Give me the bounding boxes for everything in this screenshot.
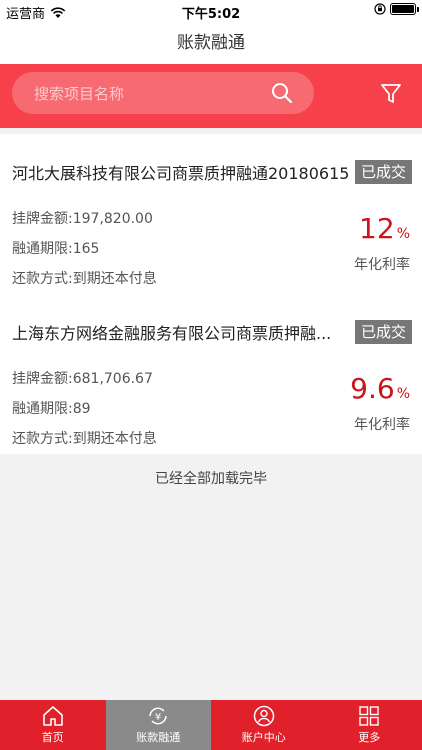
- load-complete-text: 已经全部加载完毕: [155, 471, 267, 487]
- tab-label: 首页: [41, 731, 64, 744]
- item-title: 上海东方网络金融服务有限公司商票质押融...: [12, 324, 332, 343]
- item-rate: 12%: [359, 212, 410, 245]
- tab-label: 账款融通: [136, 731, 181, 744]
- project-list: 河北大展科技有限公司商票质押融通20180615 已成交 挂牌金额:197,82…: [0, 134, 422, 454]
- tab-financing[interactable]: ¥ 账款融通: [105, 700, 211, 750]
- user-icon: [253, 705, 274, 727]
- search-icon[interactable]: [262, 72, 302, 114]
- home-icon: [42, 706, 63, 726]
- page-title: 账款融通: [0, 22, 422, 64]
- tab-bar: 首页 ¥ 账款融通 账户中心 更多: [0, 700, 422, 750]
- battery-icon: [390, 3, 419, 15]
- orientation-lock-icon: [374, 3, 386, 15]
- item-period: 融通期限:89: [12, 401, 91, 417]
- tab-label: 账户中心: [241, 731, 286, 744]
- status-badge: 已成交: [354, 320, 412, 344]
- status-time: 下午5:02: [181, 7, 241, 22]
- item-amount: 挂牌金额:681,706.67: [12, 371, 153, 387]
- grid-icon: [359, 706, 379, 726]
- item-amount: 挂牌金额:197,820.00: [12, 211, 153, 227]
- item-rate-label: 年化利率: [354, 417, 410, 433]
- tab-more[interactable]: 更多: [317, 700, 422, 750]
- item-rate: 9.6%: [350, 372, 410, 405]
- yuan-cycle-icon: ¥: [149, 707, 167, 725]
- search-bar: 搜索项目名称: [0, 64, 422, 128]
- list-item[interactable]: 上海东方网络金融服务有限公司商票质押融... 已成交 挂牌金额:681,706.…: [0, 294, 422, 454]
- tab-label: 更多: [358, 731, 381, 744]
- item-rate-label: 年化利率: [354, 257, 410, 273]
- item-title: 河北大展科技有限公司商票质押融通20180615: [12, 164, 350, 183]
- search-placeholder: 搜索项目名称: [34, 84, 125, 103]
- status-bar: 运营商 下午5:02: [0, 0, 422, 22]
- search-input[interactable]: 搜索项目名称: [12, 72, 314, 114]
- status-badge: 已成交: [354, 160, 412, 184]
- item-repay: 还款方式:到期还本付息: [12, 271, 157, 287]
- filter-icon[interactable]: [380, 82, 402, 106]
- svg-text:¥: ¥: [155, 712, 161, 723]
- tab-account[interactable]: 账户中心: [211, 700, 317, 750]
- tab-home[interactable]: 首页: [0, 700, 106, 750]
- list-item[interactable]: 河北大展科技有限公司商票质押融通20180615 已成交 挂牌金额:197,82…: [0, 134, 422, 294]
- item-repay: 还款方式:到期还本付息: [12, 431, 157, 447]
- item-period: 融通期限:165: [12, 241, 100, 257]
